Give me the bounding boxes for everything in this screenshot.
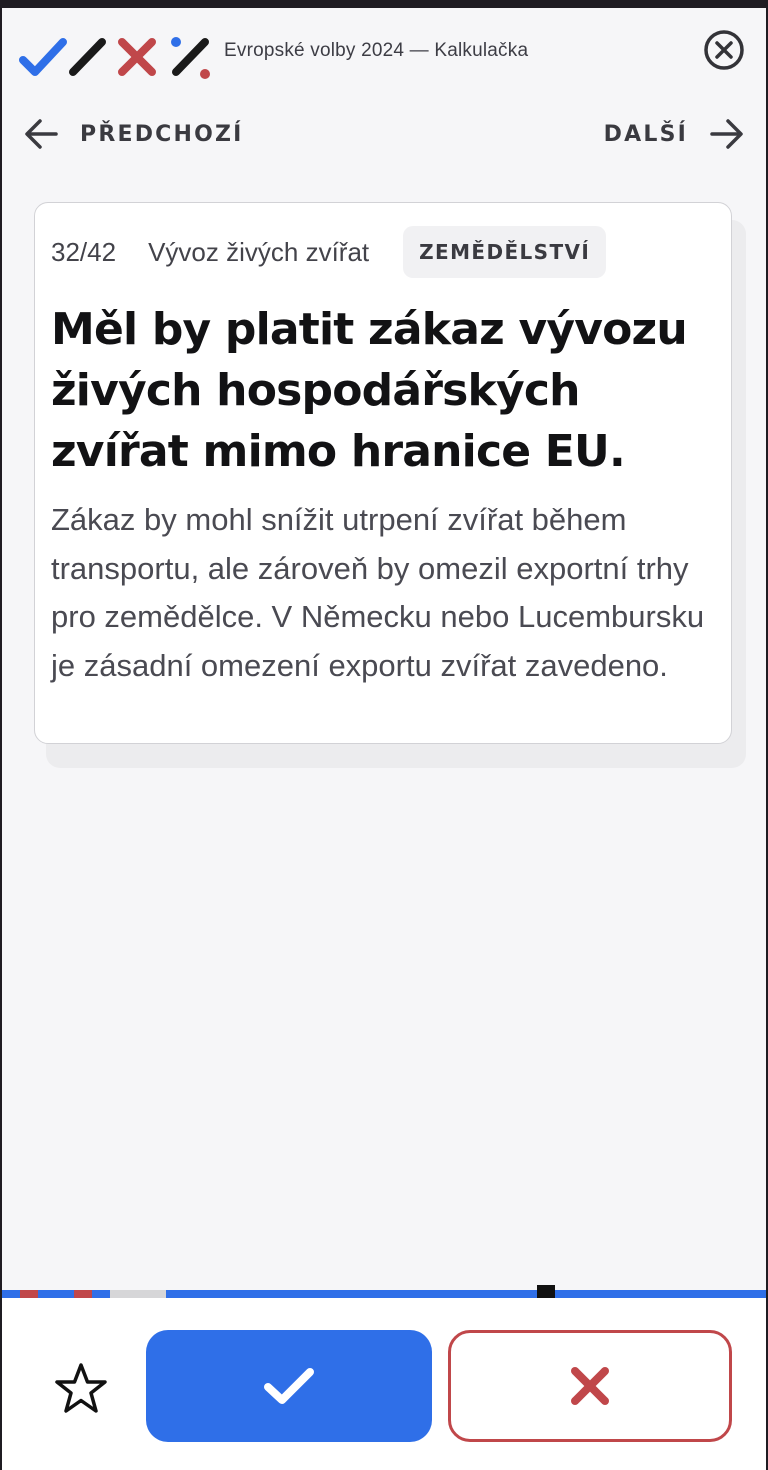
question-card: 32/42 Vývoz živých zvířat ZEMĚDĚLSTVÍ Mě… xyxy=(34,202,732,744)
progress-segment-no xyxy=(74,1290,92,1298)
progress-segment-no xyxy=(20,1290,38,1298)
checkmark-icon xyxy=(264,1368,314,1404)
cross-icon xyxy=(571,1367,609,1405)
calculator-page: Evropské volby 2024 — Kalkulačka PŘEDCHO… xyxy=(2,8,766,1470)
progress-segment-skipped xyxy=(110,1290,166,1298)
question-description: Zákaz by mohl snížit utrpení zvířat běhe… xyxy=(51,502,705,683)
arrow-right-icon xyxy=(710,119,743,149)
close-circle-icon xyxy=(704,30,744,70)
no-button[interactable] xyxy=(448,1330,732,1442)
app-title: Evropské volby 2024 — Kalkulačka xyxy=(224,40,529,61)
star-outline-icon xyxy=(55,1363,107,1413)
logo-icon xyxy=(18,34,214,84)
yes-button[interactable] xyxy=(146,1330,432,1442)
question-topic: Vývoz živých zvířat xyxy=(148,236,370,267)
previous-label: PŘEDCHOZÍ xyxy=(80,121,244,147)
next-button[interactable]: DALŠÍ xyxy=(604,112,744,156)
answer-bar xyxy=(2,1298,766,1470)
favorite-button[interactable] xyxy=(50,1358,112,1420)
question-counter: 32/42 xyxy=(51,236,117,267)
category-badge: ZEMĚDĚLSTVÍ xyxy=(403,226,607,278)
close-button[interactable] xyxy=(702,28,746,72)
question-meta: 32/42 Vývoz živých zvířat ZEMĚDĚLSTVÍ xyxy=(51,225,715,279)
previous-button[interactable]: PŘEDCHOZÍ xyxy=(24,112,244,156)
arrow-left-icon xyxy=(25,119,58,149)
question-title: Měl by platit zákaz vývozu živých hospod… xyxy=(51,304,688,477)
next-label: DALŠÍ xyxy=(603,121,688,147)
progress-bar xyxy=(2,1290,766,1298)
